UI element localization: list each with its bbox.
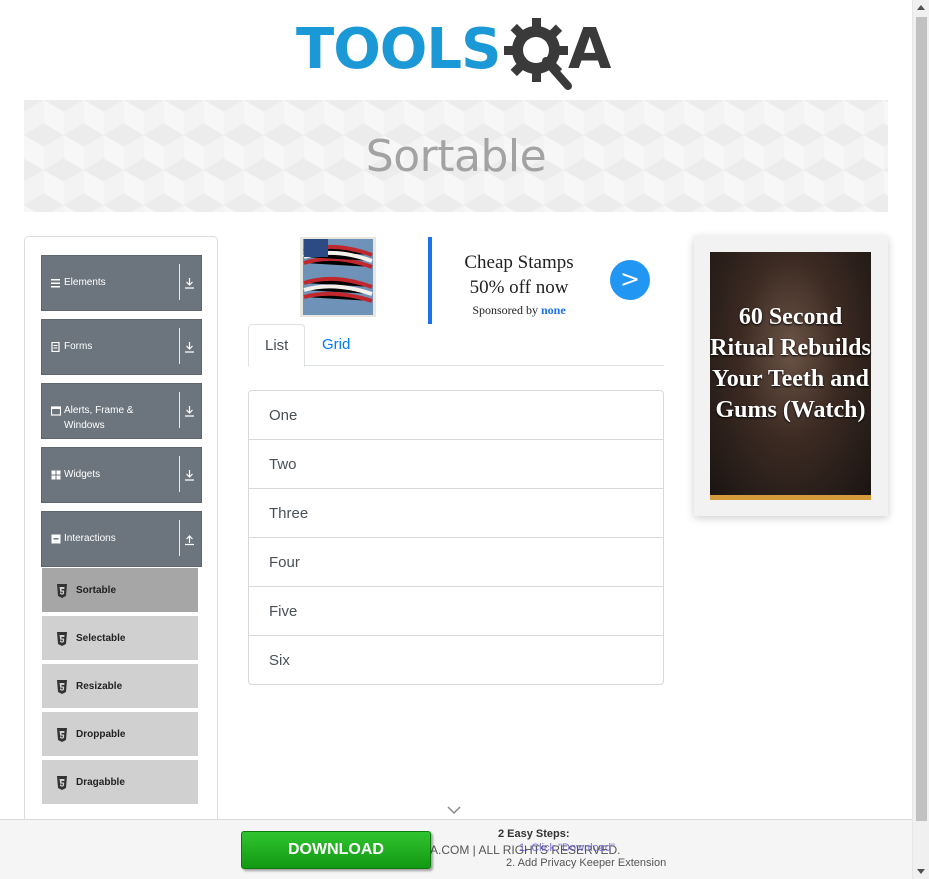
- ad-headline-line1: Cheap Stamps: [464, 252, 574, 273]
- scroll-up-arrow-icon[interactable]: [917, 5, 925, 10]
- sidebar-item-label: Selectable: [76, 633, 126, 644]
- sidebar-group-elements[interactable]: Elements: [41, 255, 202, 311]
- vertical-scrollbar[interactable]: [912, 0, 929, 879]
- list-item[interactable]: Three: [249, 489, 663, 538]
- window-icon: [51, 406, 61, 416]
- logo-suffix: A: [568, 17, 612, 82]
- sidebar-item-resizable[interactable]: Resizable: [42, 664, 198, 710]
- list-item[interactable]: Four: [249, 538, 663, 587]
- group-divider: [179, 264, 180, 300]
- sidebar-group-label: Elements: [64, 277, 106, 288]
- html5-icon: [57, 632, 67, 646]
- sidebar-group-forms[interactable]: Forms: [41, 319, 202, 375]
- side-ad[interactable]: 60 Second Ritual Rebuilds Your Teeth and…: [694, 236, 888, 516]
- sidebar-item-sortable[interactable]: Sortable: [42, 568, 198, 614]
- sidebar-item-label: Droppable: [76, 729, 126, 740]
- sidebar: Elements Forms Alerts, Frame & Windows W…: [24, 236, 218, 836]
- logo-text: TOOLS: [296, 17, 501, 82]
- sidebar-group-label: Widgets: [64, 469, 101, 480]
- form-icon: [51, 342, 60, 352]
- group-divider: [179, 328, 180, 364]
- sortable-list: One Two Three Four Five Six: [248, 390, 664, 685]
- hamburger-icon: [51, 279, 60, 288]
- list-item[interactable]: Five: [249, 587, 663, 636]
- download-button[interactable]: DOWNLOAD: [241, 831, 431, 869]
- list-item[interactable]: Six: [249, 636, 663, 685]
- page-banner: Sortable: [24, 100, 888, 212]
- group-divider: [179, 456, 180, 492]
- download-arrow-icon: [185, 470, 194, 481]
- sidebar-group-label: Alerts, Frame &: [64, 405, 134, 416]
- group-divider: [179, 392, 180, 428]
- chevron-down-icon[interactable]: [447, 806, 461, 815]
- sidebar-item-label: Resizable: [76, 681, 123, 692]
- toolsqa-logo[interactable]: TOOLS A: [296, 14, 626, 92]
- sidebar-group-alerts-frame-windows[interactable]: Alerts, Frame & Windows: [41, 383, 202, 439]
- page-title: Sortable: [365, 130, 547, 182]
- html5-icon: [57, 728, 67, 742]
- download-arrow-icon: [185, 278, 194, 289]
- sidebar-item-label: Dragabble: [76, 777, 125, 788]
- sidebar-group-label: Interactions: [64, 533, 116, 544]
- sidebar-group-interactions[interactable]: Interactions: [41, 511, 202, 567]
- sidebar-item-selectable[interactable]: Selectable: [42, 616, 198, 662]
- tab-list[interactable]: List: [248, 324, 305, 367]
- list-item[interactable]: One: [249, 391, 663, 440]
- sidebar-group-label-line2: Windows: [64, 420, 105, 431]
- grid-icon: [51, 470, 61, 480]
- upload-arrow-icon: [185, 535, 194, 546]
- ad-go-button[interactable]: >: [610, 260, 650, 300]
- side-ad-text: 60 Second Ritual Rebuilds Your Teeth and…: [710, 304, 871, 423]
- ad-sponsored-by: Sponsored by: [472, 303, 538, 317]
- html5-icon: [57, 584, 67, 598]
- scroll-down-arrow-icon[interactable]: [917, 869, 925, 874]
- ad-accent-bar: [428, 237, 432, 324]
- html5-icon: [57, 776, 67, 790]
- list-item[interactable]: Two: [249, 440, 663, 489]
- download-arrow-icon: [185, 406, 194, 417]
- html5-icon: [57, 680, 67, 694]
- interaction-icon: [51, 534, 61, 544]
- ad-headline-line2: 50% off now: [469, 277, 569, 298]
- group-divider: [179, 520, 180, 556]
- ad-headline[interactable]: Cheap Stamps 50% off now: [440, 250, 598, 300]
- ad-sponsor-name[interactable]: none: [541, 303, 566, 317]
- tab-grid[interactable]: Grid: [306, 324, 366, 366]
- sidebar-item-droppable[interactable]: Droppable: [42, 712, 198, 758]
- sidebar-group-label: Forms: [64, 341, 93, 352]
- step-2: 2. Add Privacy Keeper Extension: [506, 857, 667, 869]
- ad-sponsor-line: Sponsored by none: [440, 303, 598, 318]
- step-1: 1. Click "Download": [519, 842, 615, 854]
- sidebar-item-label: Sortable: [76, 585, 117, 596]
- sidebar-group-widgets[interactable]: Widgets: [41, 447, 202, 503]
- tab-bar: List Grid: [248, 324, 664, 367]
- sidebar-item-dragabble[interactable]: Dragabble: [42, 760, 198, 806]
- steps-title: 2 Easy Steps:: [498, 828, 570, 840]
- download-arrow-icon: [185, 342, 194, 353]
- scrollbar-thumb[interactable]: [916, 17, 927, 821]
- stamp-ad-image[interactable]: [294, 237, 382, 323]
